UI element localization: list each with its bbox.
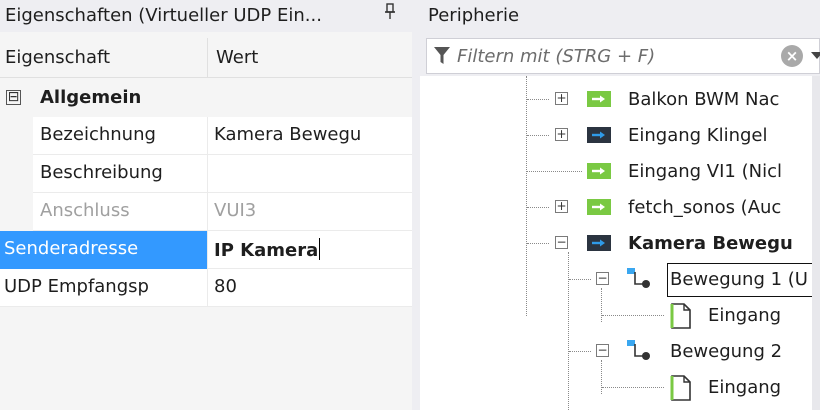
tree-node-eingang-2[interactable]: Eingang bbox=[420, 370, 812, 406]
green-input-icon bbox=[587, 163, 611, 179]
tree-node-label: Eingang bbox=[708, 377, 782, 398]
collapse-icon[interactable]: − bbox=[596, 344, 609, 357]
property-row-beschreibung[interactable]: Beschreibung bbox=[0, 155, 412, 193]
dark-input-icon bbox=[587, 235, 611, 251]
tree-node-label: Bewegung 2 bbox=[670, 341, 783, 362]
tree-node-label: Eingang bbox=[708, 305, 782, 326]
property-value-cell[interactable]: Kamera Bewegu bbox=[207, 117, 412, 155]
expand-icon[interactable]: + bbox=[555, 92, 568, 105]
property-name-cell: Anschluss bbox=[33, 193, 207, 231]
tree-connector-line bbox=[602, 387, 664, 388]
property-row-bezeichnung[interactable]: Bezeichnung Kamera Bewegu bbox=[0, 117, 412, 155]
properties-title: Eigenschaften (Virtueller UDP Ein... bbox=[5, 5, 322, 26]
collapse-icon[interactable]: − bbox=[555, 236, 568, 249]
tree-node-eingang-vi1[interactable]: Eingang VI1 (Nicl bbox=[420, 154, 812, 190]
tree-node-eingang-1[interactable]: Eingang bbox=[420, 298, 812, 334]
pin-icon[interactable] bbox=[384, 3, 396, 24]
property-name-cell[interactable]: Beschreibung bbox=[33, 155, 207, 193]
column-header-property[interactable]: Eigenschaft bbox=[5, 47, 110, 68]
property-value-editor[interactable]: IP Kamera bbox=[207, 231, 412, 269]
flag-node-icon bbox=[627, 268, 650, 288]
properties-titlebar: Eigenschaften (Virtueller UDP Ein... bbox=[0, 0, 412, 32]
row-gutter bbox=[0, 117, 33, 155]
tree-node-bewegung-2[interactable]: − Bewegung 2 bbox=[420, 334, 812, 370]
properties-header: Eigenschaft Wert bbox=[0, 38, 412, 78]
filter-box[interactable]: × bbox=[426, 38, 820, 74]
property-name: Anschluss bbox=[40, 200, 130, 221]
property-value[interactable]: 80 bbox=[214, 276, 409, 297]
property-name: UDP Empfangsp bbox=[4, 276, 149, 297]
row-gutter bbox=[0, 193, 33, 231]
property-row-senderadresse[interactable]: Senderadresse IP Kamera bbox=[0, 231, 412, 269]
tree-connector-line bbox=[527, 135, 549, 136]
tree-node-balkon[interactable]: + Balkon BWM Nac bbox=[420, 82, 812, 118]
column-header-value[interactable]: Wert bbox=[216, 47, 258, 68]
dark-input-icon bbox=[587, 127, 611, 143]
expand-icon[interactable]: + bbox=[555, 200, 568, 213]
tree-node-label: Bewegung 1 (U bbox=[670, 269, 808, 290]
tree-node-eingang-klingel[interactable]: + Eingang Klingel bbox=[420, 118, 812, 154]
document-icon bbox=[670, 375, 691, 401]
property-value-input[interactable]: IP Kamera bbox=[214, 240, 318, 261]
property-name-cell[interactable]: Senderadresse bbox=[0, 231, 207, 269]
green-input-icon bbox=[587, 91, 611, 107]
property-value: VUI3 bbox=[214, 200, 257, 221]
vertical-scrollbar[interactable] bbox=[812, 76, 820, 410]
property-value-cell: VUI3 bbox=[207, 193, 412, 231]
property-name: Beschreibung bbox=[40, 162, 163, 183]
tree-connector-line bbox=[569, 351, 591, 352]
properties-empty-area bbox=[0, 308, 412, 410]
property-name: Senderadresse bbox=[4, 238, 139, 259]
column-divider[interactable] bbox=[207, 38, 208, 78]
property-value-cell[interactable] bbox=[207, 155, 412, 193]
tree-node-fetch-sonos[interactable]: + fetch_sonos (Auc bbox=[420, 190, 812, 226]
tree-node-label: Balkon BWM Nac bbox=[628, 89, 780, 110]
tree-connector-line bbox=[527, 171, 582, 172]
filter-funnel-icon bbox=[433, 46, 451, 70]
clear-icon[interactable]: × bbox=[781, 45, 803, 67]
property-row-udp-empfangsport[interactable]: UDP Empfangsp 80 bbox=[0, 269, 412, 307]
property-name-cell[interactable]: Bezeichnung bbox=[33, 117, 207, 155]
filter-input[interactable] bbox=[457, 43, 757, 69]
tree-connector-line bbox=[527, 99, 549, 100]
property-name-cell[interactable]: UDP Empfangsp bbox=[0, 269, 207, 307]
green-input-icon bbox=[587, 199, 611, 215]
peripherie-panel: Peripherie × + Balkon BWM Nac + Eingang … bbox=[420, 0, 820, 410]
peripherie-title: Peripherie bbox=[428, 5, 520, 26]
properties-panel: Eigenschaften (Virtueller UDP Ein... Eig… bbox=[0, 0, 412, 410]
tree-node-label: Kamera Bewegu bbox=[628, 233, 793, 254]
tree-connector-line bbox=[527, 207, 549, 208]
peripherie-tree: + Balkon BWM Nac + Eingang Klingel Einga… bbox=[420, 76, 812, 410]
expand-icon[interactable]: + bbox=[555, 128, 568, 141]
tree-node-kamera-bewegung[interactable]: − Kamera Bewegu bbox=[420, 226, 812, 262]
property-value[interactable]: Kamera Bewegu bbox=[214, 124, 409, 145]
tree-node-label: Eingang VI1 (Nicl bbox=[628, 161, 782, 182]
category-label: Allgemein bbox=[40, 87, 142, 108]
property-name: Bezeichnung bbox=[40, 124, 156, 145]
tree-node-bewegung-1[interactable]: − Bewegung 1 (U bbox=[420, 262, 812, 298]
row-gutter bbox=[0, 155, 33, 193]
property-row-anschluss: Anschluss VUI3 bbox=[0, 193, 412, 231]
category-allgemein[interactable]: ⊟ Allgemein bbox=[0, 80, 412, 117]
tree-node-label: fetch_sonos (Auc bbox=[628, 197, 782, 218]
property-value-input-wrap[interactable]: IP Kamera bbox=[214, 238, 409, 261]
tree-connector-line bbox=[527, 243, 549, 244]
flag-node-icon bbox=[627, 340, 650, 360]
tree-node-label: Eingang Klingel bbox=[628, 125, 768, 146]
document-icon bbox=[670, 303, 691, 329]
tree-connector-line bbox=[569, 279, 591, 280]
text-caret bbox=[319, 238, 321, 260]
property-value-cell[interactable]: 80 bbox=[207, 269, 412, 307]
collapse-toggle-icon[interactable]: ⊟ bbox=[6, 90, 21, 105]
collapse-icon[interactable]: − bbox=[596, 272, 609, 285]
tree-connector-line bbox=[602, 315, 664, 316]
chevron-down-icon[interactable] bbox=[811, 52, 820, 59]
